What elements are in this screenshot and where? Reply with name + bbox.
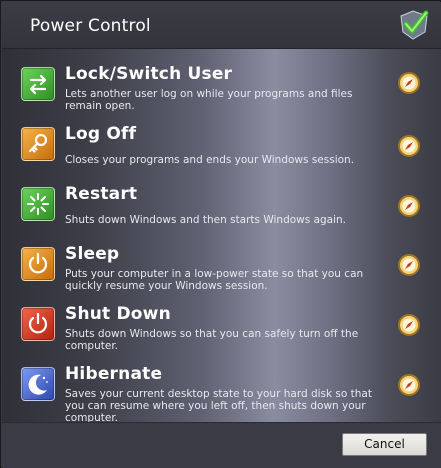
compass-icon[interactable] bbox=[397, 253, 421, 277]
switch-user-icon bbox=[21, 67, 55, 101]
key-icon bbox=[21, 127, 55, 161]
option-label: Log Off bbox=[65, 124, 137, 144]
restart-option[interactable]: Restart Shuts down Windows and then star… bbox=[2, 181, 441, 241]
hibernate-option[interactable]: Hibernate Saves your current desktop sta… bbox=[2, 361, 441, 424]
option-label: Sleep bbox=[65, 244, 120, 264]
option-label: Shut Down bbox=[65, 304, 171, 324]
log-off-option[interactable]: Log Off Closes your programs and ends yo… bbox=[2, 121, 441, 181]
option-description: Lets another user log on while your prog… bbox=[65, 88, 353, 112]
restart-icon bbox=[21, 187, 55, 221]
option-description: Shuts down Windows so that you can safel… bbox=[65, 328, 359, 352]
option-label: Hibernate bbox=[65, 364, 163, 384]
option-label: Restart bbox=[65, 184, 138, 204]
compass-icon[interactable] bbox=[397, 313, 421, 337]
dialog-footer: Cancel bbox=[2, 422, 441, 468]
shield-check-icon bbox=[400, 10, 429, 40]
option-description: Closes your programs and ends your Windo… bbox=[65, 154, 355, 166]
compass-icon[interactable] bbox=[397, 373, 421, 397]
moon-icon bbox=[21, 367, 55, 401]
title-bar: Power Control bbox=[2, 2, 441, 49]
power-icon bbox=[21, 307, 55, 341]
option-label: Lock/Switch User bbox=[65, 64, 233, 84]
options-panel: Lock/Switch User Lets another user log o… bbox=[2, 49, 441, 424]
compass-icon[interactable] bbox=[397, 71, 421, 95]
power-icon bbox=[21, 247, 55, 281]
compass-icon[interactable] bbox=[397, 134, 421, 158]
cancel-button[interactable]: Cancel bbox=[342, 433, 427, 456]
shut-down-option[interactable]: Shut Down Shuts down Windows so that you… bbox=[2, 301, 441, 361]
window-title: Power Control bbox=[30, 16, 151, 36]
option-description: Shuts down Windows and then starts Windo… bbox=[65, 214, 347, 226]
power-control-window: Power Control Lock/Switch User Lets anot… bbox=[0, 0, 441, 468]
sleep-option[interactable]: Sleep Puts your computer in a low-power … bbox=[2, 241, 441, 301]
option-description: Saves your current desktop state to your… bbox=[65, 388, 372, 424]
lock-switch-user-option[interactable]: Lock/Switch User Lets another user log o… bbox=[2, 61, 441, 121]
compass-icon[interactable] bbox=[397, 194, 421, 218]
option-description: Puts your computer in a low-power state … bbox=[65, 268, 364, 292]
